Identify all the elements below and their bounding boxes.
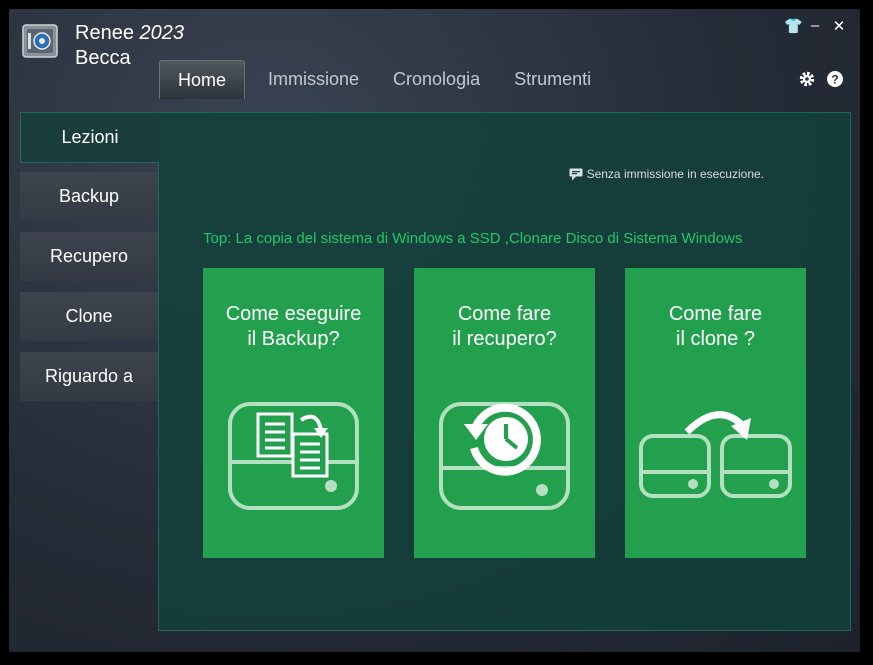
card-title: Come fare il recupero? [414,302,595,352]
restore-drive-icon [439,402,570,510]
top-tutorial-link[interactable]: Top: La copia del sistema di Windows a S… [203,230,742,247]
card-title-line1: Come fare [457,303,552,325]
backup-drive-icon [228,402,359,510]
card-title: Come fare il clone ? [625,302,806,352]
recovery-guide-card[interactable]: Come fare il recupero? [414,268,595,558]
backup-guide-card[interactable]: Come eseguire il Backup? [203,268,384,558]
card-title: Come eseguire il Backup? [203,302,384,352]
app-name-line1: Renee [75,22,134,44]
card-title-line2: il clone ? [676,328,755,350]
clone-drives-icon [639,411,792,498]
tab-immissione[interactable]: Immissione [251,60,376,98]
card-title-line1: Come fare [668,303,763,325]
sidebar-item-riguardo[interactable]: Riguardo a [20,352,158,401]
app-name-line2: Becca [75,47,131,69]
window-controls: 👕 – ✕ [784,17,846,35]
close-button[interactable]: ✕ [832,17,846,35]
tab-strumenti[interactable]: Strumenti [497,60,608,98]
sidebar-item-recupero[interactable]: Recupero [20,232,158,281]
clone-guide-card[interactable]: Come fare il clone ? [625,268,806,558]
tab-cronologia[interactable]: Cronologia [376,60,497,98]
status-indicator: Senza immissione in esecuzione. [569,167,764,181]
tab-home[interactable]: Home [159,60,245,99]
app-logo-icon [22,24,58,58]
top-icons: ? [798,70,844,88]
sidebar-header-lezioni[interactable]: Lezioni [20,112,159,163]
main-tabs: Home Immissione Cronologia Strumenti [159,60,608,99]
minimize-button[interactable]: – [808,17,822,35]
sidebar-item-clone[interactable]: Clone [20,292,158,341]
status-text: Senza immissione in esecuzione. [586,167,764,181]
speech-bubble-icon [569,168,583,180]
svg-text:?: ? [831,73,838,87]
skin-shirt-icon[interactable]: 👕 [784,17,803,35]
content-panel: Senza immissione in esecuzione. Top: La … [158,112,851,631]
titlebar: Renee 2023 Becca 👕 – ✕ ? Home Immissione… [9,9,860,99]
app-window: Renee 2023 Becca 👕 – ✕ ? Home Immissione… [9,9,860,652]
app-version: 2023 [139,22,185,44]
settings-gear-icon[interactable] [798,70,816,88]
help-icon[interactable]: ? [826,70,844,88]
card-title-line1: Come eseguire [225,303,362,325]
card-title-line2: il Backup? [247,328,340,350]
card-title-line2: il recupero? [452,328,557,350]
sidebar-item-backup[interactable]: Backup [20,172,158,221]
